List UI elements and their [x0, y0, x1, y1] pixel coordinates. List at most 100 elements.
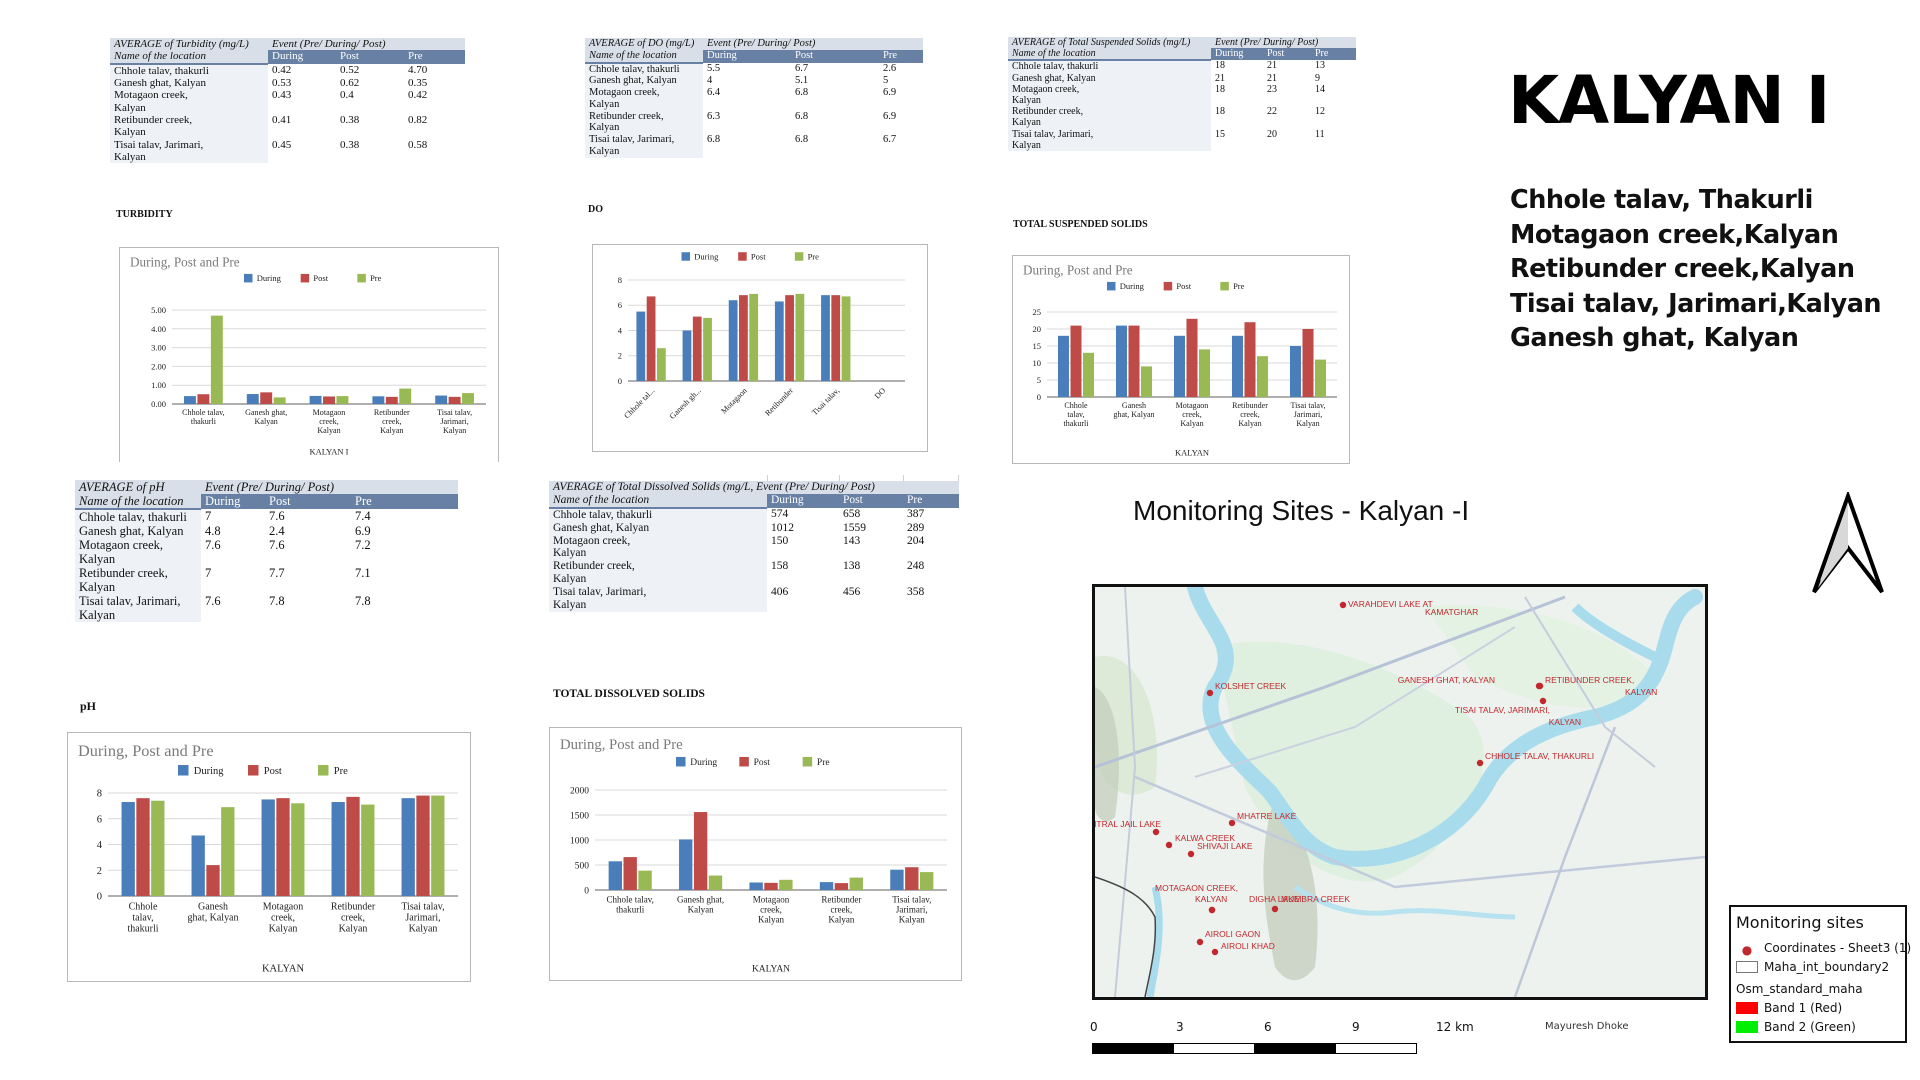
site-marker[interactable]: [1165, 841, 1173, 849]
value-cell-during: 5.5: [707, 62, 721, 74]
bar-pre: [749, 293, 759, 381]
legend-label: Pre: [817, 758, 830, 768]
value-cell-during: 15: [1215, 128, 1225, 140]
site-label: MHATRE LAKE: [1237, 811, 1297, 821]
y-tick-label: 2.00: [151, 361, 166, 371]
value-cell-pre: 6.9: [355, 524, 371, 538]
x-tick-label: ghat, Kalyan: [188, 913, 239, 924]
x-tick-label: Tisai talav,: [1290, 401, 1325, 410]
bar-pre: [779, 879, 793, 890]
chart-title: During, Post and Pre: [130, 255, 240, 270]
col-post: Post: [336, 50, 404, 64]
table-row: Motagaon creek, Kalyan 0.43 0.4 0.42: [110, 89, 465, 114]
site-marker[interactable]: [1206, 689, 1214, 697]
scale-tick-label: 3: [1176, 1020, 1184, 1034]
table-measure: AVERAGE of Total Suspended Solids (mg/L): [1008, 37, 1211, 49]
outline-swatch-icon: [1736, 961, 1758, 973]
x-tick-label: Kalyan: [1296, 419, 1319, 428]
map-legend: Monitoring sites ● Coordinates - Sheet3 (…: [1729, 905, 1911, 1043]
col-during: During: [1211, 48, 1263, 61]
turbidity-table: AVERAGE of Turbidity (mg/L) Event (Pre/ …: [110, 38, 465, 164]
chart-title: During, Post and Pre: [78, 742, 214, 760]
x-tick-label: Tisai talav,: [401, 902, 444, 913]
bar-during: [331, 802, 345, 896]
bar-post: [197, 394, 210, 404]
bar-post: [1302, 329, 1314, 397]
site-marker[interactable]: [1196, 938, 1204, 946]
location-name: Chhole talav, thakurli: [589, 63, 680, 75]
col-post: Post: [1263, 48, 1311, 61]
location-cell: Chhole talav, thakurli: [75, 509, 201, 524]
col-post: Post: [265, 494, 351, 509]
legend-label: Pre: [370, 273, 382, 283]
table-row-header: Name of the location: [585, 49, 703, 64]
bar-during: [121, 802, 135, 896]
location-name: Ganesh ghat, Kalyan: [79, 524, 184, 538]
site-marker[interactable]: [1228, 819, 1236, 827]
site-marker[interactable]: [1152, 828, 1160, 836]
legend-swatch-post: [739, 756, 749, 767]
site-marker[interactable]: [1339, 601, 1347, 609]
site-label-line2: KALYAN: [1625, 687, 1657, 697]
bar-during: [435, 395, 448, 404]
location-cell: Motagaon creek, Kalyan: [585, 87, 703, 111]
location-cell: Ganesh ghat, Kalyan: [585, 75, 703, 87]
value-cell-pre: 11: [1315, 128, 1325, 140]
y-tick-label: 5: [1037, 375, 1041, 385]
value-cell-pre: 14: [1315, 83, 1325, 95]
value-cell-post: 23: [1267, 83, 1277, 95]
y-tick-label: 4.00: [151, 324, 166, 334]
site-marker[interactable]: [1211, 948, 1219, 956]
value-cell-during: 1012: [771, 521, 794, 534]
x-tick-label: Retibunder: [1232, 401, 1268, 410]
location-name: Motagaon creek,: [553, 534, 631, 547]
y-tick-label: 2: [97, 866, 102, 877]
value-cell-during: 18: [1215, 83, 1225, 95]
value-cell-post: 0.38: [340, 113, 360, 126]
value-cell-post: 0.62: [340, 76, 360, 89]
x-axis-label: KALYAN I: [309, 446, 348, 456]
x-tick-label: Jarimari,: [1294, 410, 1322, 419]
bar-post: [739, 295, 748, 381]
legend-label: During: [694, 251, 719, 261]
x-tick-label: creek,: [382, 417, 401, 426]
site-label: RETIBUNDER CREEK,: [1545, 675, 1634, 685]
map-view[interactable]: VARAHDEVI LAKE AT KAMATGHAR KOLSHET CREEK G…: [1092, 584, 1708, 1000]
table-row: Ganesh ghat, Kalyan 0.53 0.62 0.35: [110, 76, 465, 90]
site-label: CHHOLE TALAV, THAKURLI: [1485, 751, 1594, 761]
site-label: KOLSHET CREEK: [1215, 681, 1287, 691]
site-marker[interactable]: [1187, 850, 1195, 858]
location-name-line2: Kalyan: [553, 598, 587, 611]
col-during: During: [268, 50, 336, 64]
bar-post: [692, 316, 702, 381]
location-name: Chhole talav, thakurli: [1012, 61, 1099, 73]
x-tick-label: thakurli: [127, 924, 158, 935]
site-marker[interactable]: [1476, 759, 1484, 767]
value-cell-during: 0.41: [272, 113, 292, 126]
location-name: Ganesh ghat, Kalyan: [114, 76, 206, 89]
site-list-item: Motagaon creek,Kalyan: [1510, 219, 1839, 250]
x-tick-label: creek,: [760, 904, 782, 914]
tds-chart: During, Post and Pre During Post Pre 0 500 100…: [549, 727, 962, 981]
location-cell: Motagaon creek, Kalyan: [549, 534, 767, 561]
legend-swatch-during: [681, 252, 690, 261]
site-marker[interactable]: [1539, 697, 1547, 705]
y-tick-label: 25: [1033, 307, 1042, 317]
value-cell-during: 406: [771, 586, 789, 598]
site-marker[interactable]: [1208, 906, 1216, 914]
value-cell-during: 7.6: [205, 594, 221, 608]
bar-post: [785, 295, 794, 381]
bar-post: [834, 883, 849, 890]
site-list-item: Tisai talav, Jarimari,Kalyan: [1510, 288, 1882, 319]
site-marker[interactable]: [1536, 682, 1544, 690]
x-tick-label: Ganesh ghat,: [245, 408, 287, 417]
location-cell: Ganesh ghat, Kalyan: [75, 524, 201, 538]
y-tick-label: 8: [97, 789, 102, 800]
value-cell-pre: 289: [907, 521, 925, 534]
legend-swatch-during: [244, 273, 253, 283]
site-marker[interactable]: [1271, 905, 1279, 913]
chart-title: During, Post and Pre: [560, 737, 683, 753]
value-cell-post: 1559: [843, 521, 866, 534]
value-cell-post: 0.52: [340, 63, 360, 76]
x-axis-label: KALYAN: [1175, 447, 1209, 457]
